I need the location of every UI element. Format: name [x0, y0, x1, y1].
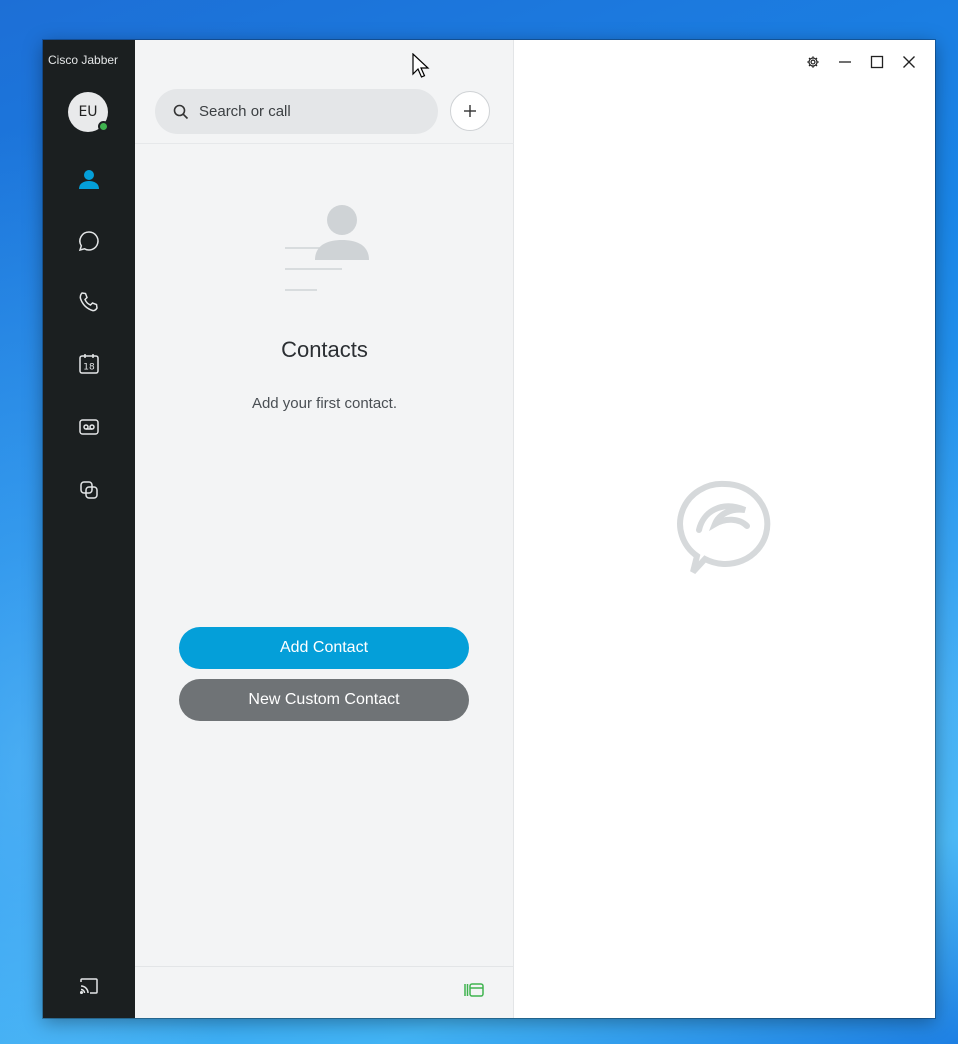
cast-icon [79, 978, 98, 995]
minimize-icon [839, 61, 851, 63]
maximize-icon [870, 55, 884, 69]
nav-spaces[interactable] [73, 474, 105, 506]
maximize-button[interactable] [861, 52, 893, 72]
plus-icon [464, 105, 476, 117]
settings-gear-icon [807, 56, 819, 68]
nav-contacts[interactable] [73, 163, 105, 195]
main-pane [514, 40, 935, 1018]
add-contact-button[interactable]: Add Contact [179, 627, 469, 669]
footer-divider [135, 966, 514, 967]
contacts-panel: Contacts Add your first contact. Add Con… [135, 40, 514, 1018]
jabber-logo-icon [677, 480, 771, 575]
presence-indicator [98, 121, 109, 132]
nav-chats[interactable] [73, 225, 105, 257]
app-title: Cisco Jabber [48, 53, 119, 67]
search-input[interactable] [199, 103, 429, 120]
search-bar[interactable] [155, 89, 438, 134]
nav-calls[interactable] [73, 286, 105, 318]
panel-divider [135, 143, 514, 144]
new-custom-contact-button[interactable]: New Custom Contact [179, 679, 469, 721]
mouse-cursor-icon [412, 53, 430, 78]
calendar-icon: 18 [79, 354, 99, 374]
layout-panel-icon[interactable] [463, 981, 485, 999]
jabber-window: Cisco Jabber EU 18 Search or call Contac… [43, 40, 935, 1018]
close-button[interactable] [893, 52, 925, 72]
settings-button[interactable] [797, 52, 829, 72]
nav-voicemail[interactable] [73, 411, 105, 443]
search-icon [173, 104, 189, 119]
nav-cast[interactable] [73, 970, 105, 1002]
avatar-initials: EU [78, 104, 98, 120]
nav-meetings[interactable]: 18 [73, 348, 105, 380]
empty-contacts-illustration-icon [285, 205, 369, 291]
contacts-title: Contacts [281, 337, 368, 362]
close-icon [903, 56, 915, 68]
chat-bubble-icon [78, 231, 99, 252]
calendar-date: 18 [83, 363, 95, 373]
phone-icon [79, 292, 98, 312]
nav-rail: Cisco Jabber EU 18 [43, 40, 135, 1018]
add-button[interactable] [450, 91, 490, 131]
voicemail-icon [79, 419, 99, 435]
overlapping-squares-icon [80, 481, 98, 499]
person-icon [79, 170, 99, 189]
contacts-subtitle: Add your first contact. [251, 395, 398, 412]
minimize-button[interactable] [829, 52, 861, 72]
window-controls [797, 52, 925, 72]
